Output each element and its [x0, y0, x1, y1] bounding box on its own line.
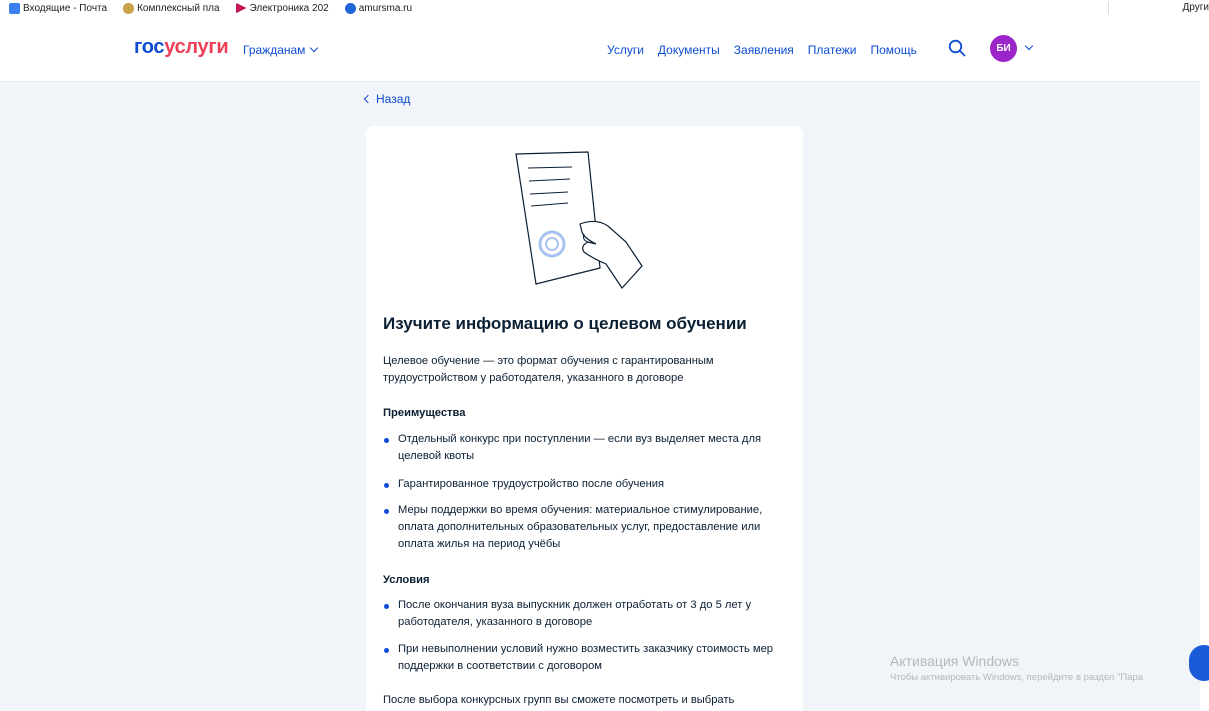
list-item: Меры поддержки во время обучения: матери… [383, 502, 788, 553]
outro-text: После выбора конкурсных групп вы сможете… [383, 694, 735, 706]
play-icon [235, 2, 247, 14]
back-link[interactable]: Назад [363, 92, 410, 106]
citizens-dropdown[interactable]: Гражданам [243, 43, 319, 57]
page-scrollbar-area [1200, 16, 1209, 711]
nav-documents[interactable]: Документы [658, 43, 720, 57]
gosuslugi-logo[interactable]: госуслуги [134, 36, 229, 59]
advantages-heading: Преимущества [383, 407, 466, 419]
document-in-hand-illustration [515, 151, 643, 289]
user-avatar[interactable]: БИ [990, 35, 1017, 62]
card-title: Изучите информацию о целевом обучении [383, 314, 747, 333]
mail-icon [9, 2, 20, 14]
nav-help[interactable]: Помощь [870, 43, 916, 57]
chevron-left-icon [363, 94, 373, 104]
list-item: Отдельный конкурс при поступлении — если… [383, 431, 788, 465]
chevron-down-icon[interactable] [1024, 41, 1034, 51]
main-nav: Услуги Документы Заявления Платежи Помощ… [607, 43, 931, 57]
nav-services[interactable]: Услуги [607, 43, 644, 57]
info-card: Изучите информацию о целевом обучении Це… [366, 126, 803, 711]
list-item: Гарантированное трудоустройство после об… [383, 476, 788, 493]
nav-applications[interactable]: Заявления [734, 43, 794, 57]
bookmark-plan[interactable]: Комплексный пла [114, 2, 220, 14]
chat-assistant-button[interactable] [1189, 645, 1209, 681]
chevron-down-icon [310, 43, 319, 53]
search-icon[interactable] [948, 39, 966, 57]
list-item: При невыполнении условий нужно возместит… [383, 641, 788, 675]
bookmark-amursma[interactable]: amursma.ru [336, 2, 412, 14]
nav-payments[interactable]: Платежи [808, 43, 857, 57]
globe-icon [344, 2, 356, 14]
shield-emblem-icon [123, 2, 135, 14]
other-bookmarks[interactable]: Други [1183, 2, 1209, 13]
bookmark-electronics[interactable]: Электроника 202 [227, 2, 329, 14]
bookmarks-divider [1108, 2, 1109, 14]
bookmark-mail[interactable]: Входящие - Почта [0, 2, 107, 14]
bookmarks-bar: Входящие - Почта Комплексный пла Электро… [0, 0, 1209, 16]
windows-activation-watermark: Активация Windows Чтобы активировать Win… [890, 653, 1144, 683]
conditions-heading: Условия [383, 574, 430, 586]
site-header: госуслуги Гражданам Услуги Документы Зая… [0, 16, 1200, 82]
list-item: После окончания вуза выпускник должен от… [383, 597, 788, 631]
intro-text: Целевое обучение — это формат обучения с… [383, 355, 714, 384]
